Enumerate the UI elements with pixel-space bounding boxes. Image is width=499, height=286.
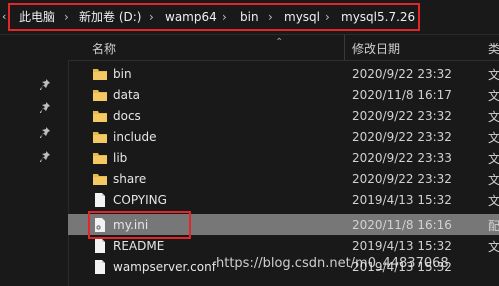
item-date: 2020/9/22 23:32 [352, 130, 452, 144]
item-type: 文 [488, 194, 499, 208]
column-header: ⌃ 名称 修改日期 类 [68, 35, 499, 61]
item-date: 2020/9/22 23:32 [352, 67, 452, 81]
list-item[interactable]: data 2020/11/8 16:17 文 [68, 84, 499, 105]
item-date: 2020/9/22 23:33 [352, 151, 452, 165]
file-icon [92, 192, 108, 208]
breadcrumb: ‹ 此电脑 › 新加卷 (D:) › wamp64 › bin › mysql … [0, 0, 499, 35]
column-divider[interactable] [344, 35, 345, 60]
item-name: docs [113, 109, 141, 123]
sort-up-icon[interactable]: ⌃ [275, 37, 283, 48]
folder-icon [92, 108, 108, 124]
list-item[interactable]: docs 2020/9/22 23:32 文 [68, 105, 499, 126]
item-date: 2020/9/22 23:32 [352, 172, 452, 186]
item-type: 文 [488, 68, 499, 82]
folder-icon [92, 66, 108, 82]
watermark: https://blog.csdn.net/m0_44837068 [216, 256, 449, 271]
item-name: COPYING [113, 193, 167, 207]
file-icon [92, 238, 108, 254]
item-date: 2019/4/13 15:32 [352, 239, 452, 253]
item-type: 文 [488, 152, 499, 166]
pin-icon[interactable] [40, 79, 52, 91]
item-name: share [113, 172, 147, 186]
list-item[interactable]: COPYING 2019/4/13 15:32 文 [68, 189, 499, 210]
item-type: 配 [488, 219, 499, 233]
file-icon [92, 259, 108, 275]
navigation-pane [0, 35, 69, 286]
item-type: 文 [488, 240, 499, 254]
column-name[interactable]: 名称 [92, 40, 116, 57]
item-date: 2020/11/8 16:17 [352, 88, 452, 102]
file-list: bin 2020/9/22 23:32 文 data 2020/11/8 16:… [68, 63, 499, 286]
column-modified-date[interactable]: 修改日期 [352, 40, 400, 57]
folder-icon [92, 87, 108, 103]
item-date: 2019/4/13 15:32 [352, 193, 452, 207]
pin-icon[interactable] [40, 151, 52, 163]
item-type: 文 [488, 89, 499, 103]
item-type: 文 [488, 131, 499, 145]
list-item[interactable]: bin 2020/9/22 23:32 文 [68, 63, 499, 84]
item-date: 2020/11/8 16:16 [352, 218, 452, 232]
item-name: data [113, 88, 141, 102]
pin-icon[interactable] [40, 102, 52, 114]
item-name: include [113, 130, 157, 144]
item-type: 文 [488, 110, 499, 124]
column-type[interactable]: 类 [488, 40, 499, 57]
item-name: lib [113, 151, 128, 165]
item-name: README [113, 239, 165, 253]
item-name: bin [113, 67, 132, 81]
breadcrumb-highlight-box [8, 3, 420, 31]
folder-icon [92, 150, 108, 166]
list-item[interactable]: share 2020/9/22 23:32 文 [68, 168, 499, 189]
item-type: 文 [488, 173, 499, 187]
list-item[interactable]: include 2020/9/22 23:32 文 [68, 126, 499, 147]
item-date: 2020/9/22 23:32 [352, 109, 452, 123]
list-item[interactable]: lib 2020/9/22 23:33 文 [68, 147, 499, 168]
folder-icon [92, 171, 108, 187]
file-highlight-box [88, 211, 191, 239]
folder-icon [92, 129, 108, 145]
item-name: wampserver.conf [113, 260, 216, 274]
chevron-left-icon[interactable]: ‹ [2, 10, 6, 23]
pin-icon[interactable] [40, 127, 52, 139]
